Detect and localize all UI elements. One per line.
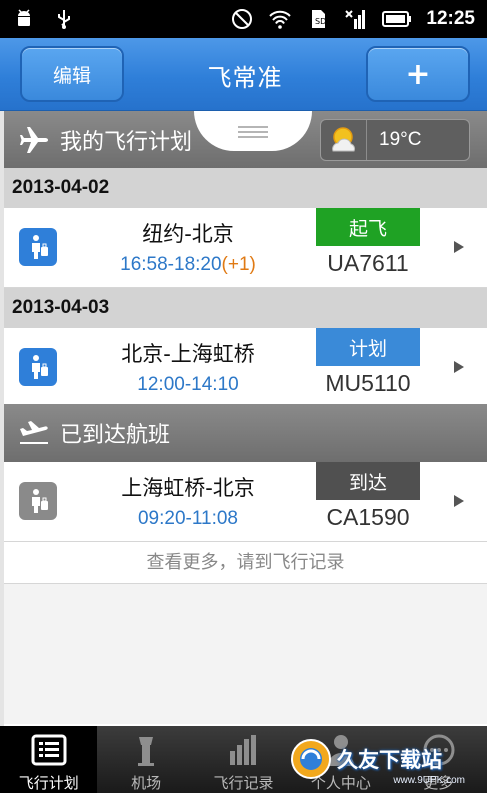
- weather-widget[interactable]: 19°C: [320, 119, 470, 161]
- flight-number: UA7611: [327, 250, 409, 276]
- traveler-icon: [19, 482, 57, 520]
- svg-text:SD: SD: [315, 17, 326, 26]
- bar-chart-icon: [225, 732, 263, 768]
- landing-icon: [18, 417, 50, 449]
- watermark-url: www.9UPK.com: [393, 775, 465, 786]
- chevron-right-icon[interactable]: [450, 358, 468, 376]
- next-day-badge: (+1): [221, 254, 256, 275]
- tab-flight-records[interactable]: 飞行记录: [195, 726, 292, 793]
- flight-row[interactable]: 上海虹桥-北京 09:20-11:08 到达 CA1590: [4, 462, 487, 542]
- status-badge: 到达: [316, 462, 420, 500]
- tab-label: 飞行记录: [213, 774, 274, 792]
- battery-icon: [382, 7, 412, 31]
- page-title: 飞常准: [207, 64, 283, 92]
- tab-label: 机场: [131, 774, 162, 792]
- sun-cloud-icon: [321, 120, 367, 160]
- edit-button[interactable]: 编辑: [20, 46, 124, 102]
- usb-icon: [52, 7, 76, 31]
- pull-handle[interactable]: [194, 111, 312, 151]
- status-badge: 计划: [316, 328, 420, 366]
- arrived-header: 已到达航班: [4, 404, 487, 462]
- flight-route: 纽约-北京: [142, 222, 234, 246]
- airplane-icon: [18, 124, 50, 156]
- empty-area: [4, 584, 487, 724]
- signal-x-icon: [344, 7, 368, 31]
- flight-row[interactable]: 纽约-北京 16:58-18:20(+1) 起飞 UA7611: [4, 208, 487, 288]
- add-flight-button[interactable]: +: [366, 46, 470, 102]
- chevron-right-icon[interactable]: [450, 238, 468, 256]
- watermark-text: 久友下载站: [337, 748, 442, 772]
- tower-icon: [127, 732, 165, 768]
- my-plans-title: 我的飞行计划: [60, 129, 193, 155]
- flight-number: CA1590: [326, 504, 410, 530]
- flight-time: 09:20-11:08: [137, 508, 238, 529]
- watermark-logo-icon: [291, 739, 331, 779]
- flight-row[interactable]: 北京-上海虹桥 12:00-14:10 计划 MU5110: [4, 328, 487, 408]
- flight-number: MU5110: [325, 370, 411, 396]
- status-bar: SD 12:25: [0, 0, 487, 38]
- flight-route: 上海虹桥-北京: [121, 476, 255, 500]
- date-header: 2013-04-03: [4, 288, 487, 328]
- flight-time: 12:00-14:10: [137, 374, 239, 395]
- flight-time: 16:58-18:20(+1): [68, 254, 308, 276]
- android-icon: [12, 7, 36, 31]
- chevron-right-icon[interactable]: [450, 492, 468, 510]
- tab-flight-plans[interactable]: 飞行计划: [0, 726, 98, 793]
- traveler-icon: [19, 348, 57, 386]
- status-badge: 起飞: [316, 208, 420, 246]
- date-header: 2013-04-02: [4, 168, 487, 208]
- arrived-title: 已到达航班: [60, 423, 171, 448]
- clock: 12:25: [426, 8, 475, 29]
- tab-label: 飞行计划: [18, 774, 79, 792]
- list-icon: [30, 732, 68, 768]
- temperature: 19°C: [379, 129, 422, 150]
- app-header: 编辑 飞常准 +: [0, 38, 487, 111]
- tab-airport[interactable]: 机场: [97, 726, 194, 793]
- sd-card-icon: SD: [306, 7, 330, 31]
- no-signal-icon: [230, 7, 254, 31]
- traveler-icon: [19, 228, 57, 266]
- my-plans-header: 我的飞行计划 19°C: [4, 111, 487, 168]
- flight-time-range: 16:58-18:20: [120, 254, 222, 275]
- watermark: 久友下载站 www.9UPK.com: [289, 732, 479, 786]
- wifi-icon: [268, 7, 292, 31]
- flight-route: 北京-上海虹桥: [121, 342, 255, 366]
- see-more-link[interactable]: 查看更多，请到飞行记录: [4, 538, 487, 584]
